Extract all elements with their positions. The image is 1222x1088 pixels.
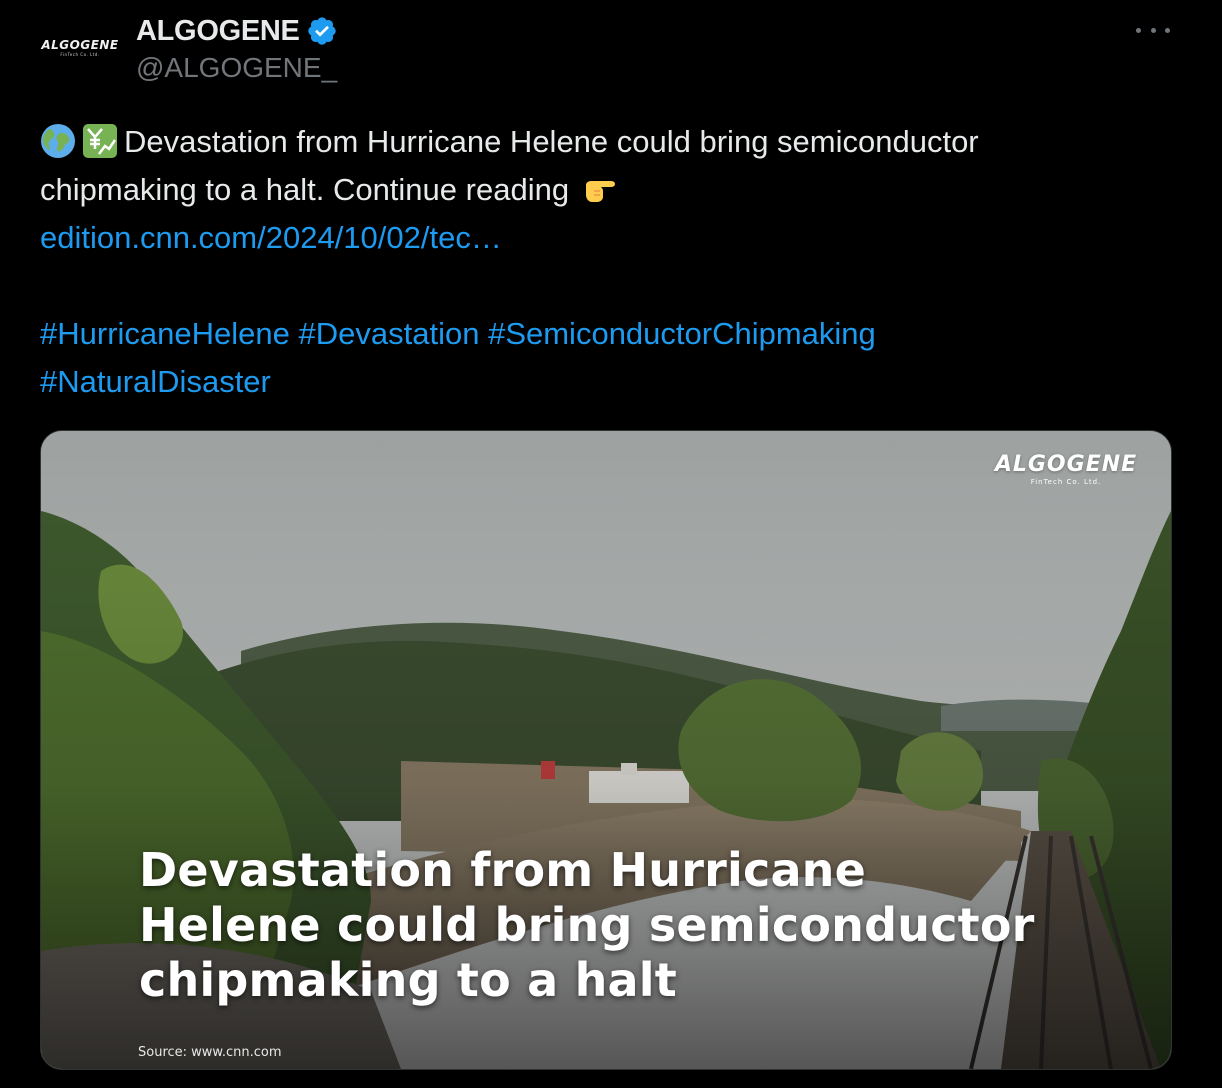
tweet-text-line-1: Devastation from Hurricane Helene could … [40, 118, 1180, 166]
media-headline-line-1: Devastation from Hurricane [139, 843, 867, 897]
author-handle[interactable]: @ALGOGENE_ [136, 52, 337, 84]
media-source: Source: www.cnn.com [138, 1045, 282, 1060]
article-link[interactable]: edition.cnn.com/2024/10/02/tec… [40, 220, 502, 255]
watermark-text: ALGOGENE [994, 452, 1138, 477]
tweet[interactable]: ALGOGENE FinTech Co. Ltd. ALGOGENE @ALGO… [0, 0, 1222, 1088]
tweet-link-line: edition.cnn.com/2024/10/02/tec… [40, 214, 1180, 262]
media-headline-line-3: chipmaking to a halt [139, 953, 677, 1007]
verified-badge-icon[interactable] [306, 15, 338, 47]
hashtags-line-1: #HurricaneHelene #Devastation #Semicondu… [40, 310, 1180, 358]
hashtag-link[interactable]: #HurricaneHelene [40, 316, 290, 351]
tweet-text-content-2: chipmaking to a halt. Continue reading [40, 172, 570, 207]
tweet-text-line-2: chipmaking to a halt. Continue reading [40, 166, 1180, 214]
watermark-subtext: FinTech Co. Ltd. [1030, 478, 1102, 486]
watermark-logo: ALGOGENE FinTech Co. Ltd. [986, 453, 1146, 487]
hashtag-link[interactable]: #NaturalDisaster [40, 364, 271, 399]
avatar-logo-text: ALGOGENE [41, 37, 119, 52]
more-options-icon[interactable] [1136, 18, 1170, 42]
media-headline: Devastation from Hurricane Helene could … [139, 843, 1099, 1008]
dot [1136, 27, 1141, 33]
tweet-text: Devastation from Hurricane Helene could … [40, 118, 1180, 406]
hashtag-link[interactable]: #SemiconductorChipmaking [488, 316, 876, 351]
author-display-name[interactable]: ALGOGENE [136, 15, 300, 48]
media-headline-line-2: Helene could bring semiconductor [139, 898, 1035, 952]
author-name-row: ALGOGENE [136, 12, 338, 50]
hashtag-link[interactable]: #Devastation [299, 316, 480, 351]
avatar-logo-subtext: FinTech Co. Ltd. [60, 51, 100, 57]
tweet-text-content-1: Devastation from Hurricane Helene could … [124, 124, 979, 159]
globe-icon [41, 124, 75, 158]
dot [1165, 27, 1170, 33]
dot [1150, 27, 1156, 33]
pointing-right-icon [585, 181, 615, 202]
avatar[interactable]: ALGOGENE FinTech Co. Ltd. [36, 20, 124, 76]
yen-chart-icon [83, 124, 117, 158]
media-image-card[interactable]: ALGOGENE FinTech Co. Ltd. Devastation fr… [40, 430, 1172, 1070]
hashtags-line-2: #NaturalDisaster [40, 358, 1180, 406]
